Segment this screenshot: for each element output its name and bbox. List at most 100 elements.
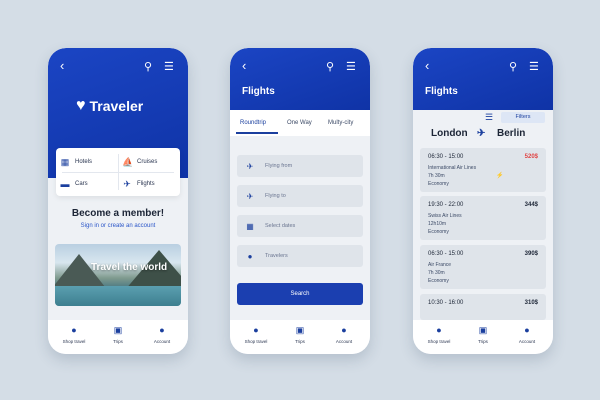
active-tab-indicator: [236, 132, 278, 134]
bottom-nav: ● Shop travel ▣ Trips ● Account: [48, 320, 188, 354]
nav-label: Trips: [478, 339, 488, 344]
takeoff-icon: ✈: [246, 161, 254, 171]
signin-link[interactable]: Sign in or create an account: [48, 223, 188, 229]
menu-icon[interactable]: ☰: [346, 62, 356, 73]
banner-text: Travel the world: [91, 262, 168, 273]
ship-icon: ⛵: [122, 156, 134, 167]
user-icon: ●: [247, 251, 253, 261]
tab-roundtrip[interactable]: Roundtrip: [240, 120, 266, 126]
flight-price: 390$: [524, 251, 538, 257]
flight-time: 06:30 - 15:00: [428, 154, 464, 160]
heart-logo-icon: ♥: [76, 97, 86, 114]
nav-label: Trips: [113, 339, 123, 344]
field-placeholder: Select dates: [265, 223, 296, 229]
nav-shop-travel[interactable]: ● Shop travel: [54, 324, 94, 344]
flying-from-field[interactable]: ✈ Flying from: [237, 155, 363, 177]
brand-logo: ♥ Traveler: [76, 96, 166, 116]
search-icon[interactable]: ⚲: [509, 62, 517, 73]
flight-price: 520$: [524, 154, 538, 160]
compass-icon: ●: [71, 325, 77, 335]
service-label: Cars: [75, 181, 88, 187]
nav-label: Account: [518, 339, 536, 344]
nav-label: Shop travel: [244, 339, 268, 344]
plane-icon: ✈: [477, 128, 486, 139]
flight-airline: Swiss Air Lines: [428, 213, 462, 219]
user-icon: ●: [524, 325, 530, 335]
lake-shape: [55, 286, 181, 306]
compass-icon: ●: [253, 325, 259, 335]
nav-trips[interactable]: ▣ Trips: [280, 324, 320, 344]
back-arrow-icon[interactable]: ‹: [60, 59, 64, 72]
tab-one-way[interactable]: One Way: [287, 120, 312, 126]
back-arrow-icon[interactable]: ‹: [425, 59, 429, 72]
filters-button[interactable]: Filters: [501, 112, 545, 123]
service-hotels[interactable]: ▦ Hotels: [60, 152, 120, 172]
flight-time: 19:30 - 22:00: [428, 202, 464, 208]
hotel-icon: ▦: [60, 156, 70, 167]
page-title: Flights: [242, 86, 275, 97]
flight-search-screen: ‹ ⚲ ☰ Flights Roundtrip One Way Multy-ci…: [230, 48, 370, 354]
nav-trips[interactable]: ▣ Trips: [98, 324, 138, 344]
nav-shop-travel[interactable]: ● Shop travel: [419, 324, 459, 344]
service-label: Cruises: [137, 159, 158, 165]
member-title: Become a member!: [71, 208, 165, 219]
flight-time: 10:30 - 16:00: [428, 300, 464, 306]
plane-icon: ✈: [123, 178, 131, 189]
suitcase-icon: ▣: [478, 325, 488, 335]
flight-duration: 7h 30m: [428, 173, 445, 179]
nav-account[interactable]: ● Account: [142, 324, 182, 344]
flight-class: Economy: [428, 278, 449, 284]
flight-duration: 12h10m: [428, 221, 447, 227]
filter-bar: ☰ Filters: [413, 112, 553, 126]
nav-label: Shop travel: [62, 339, 86, 344]
car-icon: ▬: [60, 179, 70, 189]
suitcase-icon: ▣: [295, 325, 305, 335]
flight-card[interactable]: 06:30 - 15:00 390$ Air France 7h 30m Eco…: [420, 245, 546, 289]
flight-card[interactable]: 19:30 - 22:00 344$ Swiss Air Lines 12h10…: [420, 196, 546, 240]
nav-trips[interactable]: ▣ Trips: [463, 324, 503, 344]
service-cars[interactable]: ▬ Cars: [60, 174, 120, 194]
service-cruises[interactable]: ⛵ Cruises: [122, 152, 182, 172]
flight-price: 344$: [524, 202, 538, 208]
flight-class: Economy: [428, 229, 449, 235]
search-icon[interactable]: ⚲: [326, 62, 334, 73]
nav-account[interactable]: ● Account: [507, 324, 547, 344]
origin-city: London: [431, 128, 468, 139]
flying-to-field[interactable]: ✈ Flying to: [237, 185, 363, 207]
home-screen: ‹ ⚲ ☰ ♥ Traveler ▦ Hotels ⛵ Cruises ▬ Ca…: [48, 48, 188, 354]
tab-multy-city[interactable]: Multy-city: [328, 120, 353, 126]
flight-airline: International Air Lines: [428, 165, 477, 171]
flight-class: Economy: [428, 181, 449, 187]
select-dates-field[interactable]: ▦ Select dates: [237, 215, 363, 237]
user-icon: ●: [159, 325, 165, 335]
service-label: Hotels: [75, 159, 93, 165]
compass-icon: ●: [436, 325, 442, 335]
flight-airline: Air France: [428, 262, 452, 268]
lightning-icon: ⚡: [496, 173, 504, 179]
back-arrow-icon[interactable]: ‹: [242, 59, 246, 72]
sliders-icon[interactable]: ☰: [485, 112, 493, 123]
travelers-field[interactable]: ● Travelers: [237, 245, 363, 267]
flight-card[interactable]: 10:30 - 16:00 310$: [420, 294, 546, 320]
flight-price: 310$: [524, 300, 538, 306]
service-label: Flights: [137, 181, 155, 187]
bottom-nav: ● Shop travel ▣ Trips ● Account: [230, 320, 370, 354]
nav-shop-travel[interactable]: ● Shop travel: [236, 324, 276, 344]
service-flights[interactable]: ✈ Flights: [122, 174, 182, 194]
search-button[interactable]: Search: [237, 283, 363, 305]
user-icon: ●: [341, 325, 347, 335]
suitcase-icon: ▣: [113, 325, 123, 335]
flight-time: 06:30 - 15:00: [428, 251, 464, 257]
menu-icon[interactable]: ☰: [164, 62, 174, 73]
nav-label: Shop travel: [427, 339, 451, 344]
search-icon[interactable]: ⚲: [144, 62, 152, 73]
flight-card[interactable]: 06:30 - 15:00 520$ International Air Lin…: [420, 148, 546, 192]
travel-banner[interactable]: Travel the world: [55, 244, 181, 306]
flight-results-screen: ‹ ⚲ ☰ Flights ☰ Filters London ✈ Berlin …: [413, 48, 553, 354]
brand-name: Traveler: [89, 98, 144, 114]
header: ‹ ⚲ ☰ Flights: [413, 48, 553, 110]
bottom-nav: ● Shop travel ▣ Trips ● Account: [413, 320, 553, 354]
nav-account[interactable]: ● Account: [324, 324, 364, 344]
menu-icon[interactable]: ☰: [529, 62, 539, 73]
page-title: Flights: [425, 86, 458, 97]
